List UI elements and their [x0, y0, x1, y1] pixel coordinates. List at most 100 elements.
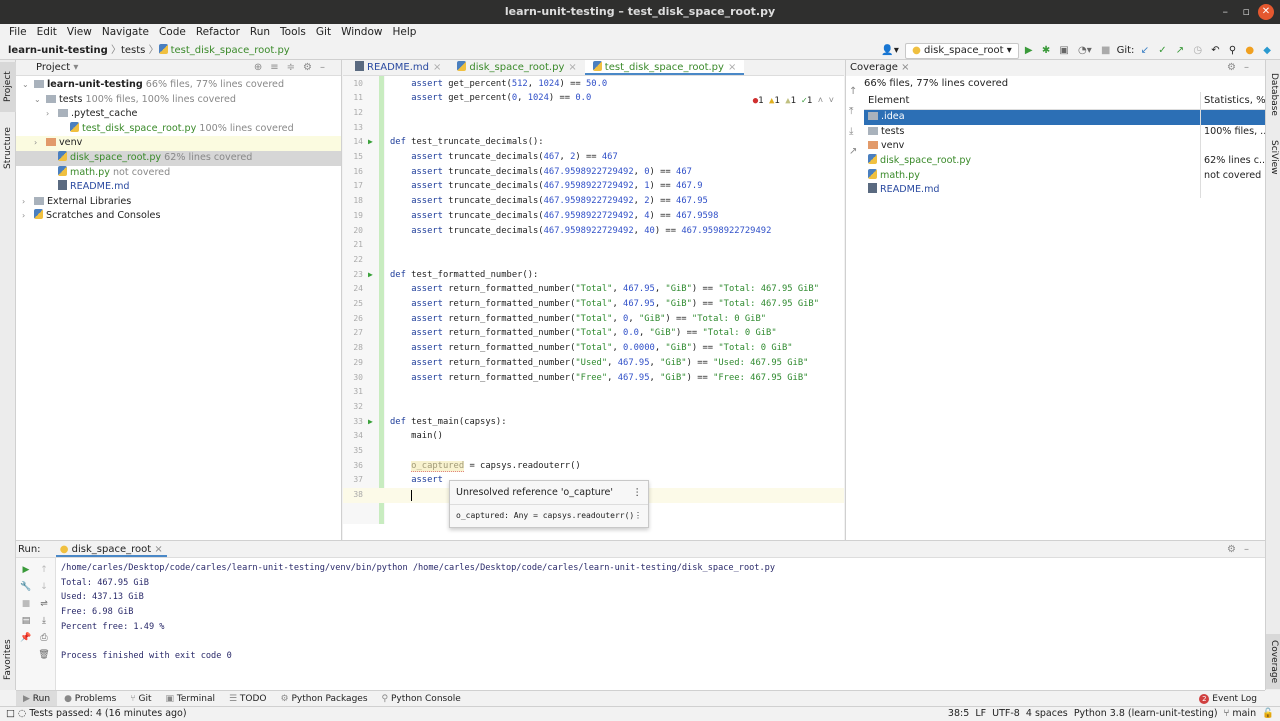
- tree-item[interactable]: › Scratches and Consoles: [16, 209, 341, 224]
- close-tab-icon[interactable]: ×: [568, 62, 576, 73]
- structure-tool-tab[interactable]: Structure: [0, 118, 16, 178]
- collapse-arrow-icon[interactable]: ›: [22, 195, 25, 210]
- up-icon[interactable]: ↑: [38, 562, 50, 579]
- run-tab[interactable]: ● disk_space_root ×: [55, 544, 167, 557]
- coverage-run-icon[interactable]: ▣: [1059, 42, 1068, 59]
- close-tab-icon[interactable]: ×: [433, 62, 441, 73]
- tree-item[interactable]: › .pytest_cache: [16, 107, 341, 122]
- column-element[interactable]: Element: [864, 92, 1201, 109]
- interpreter[interactable]: Python 3.8 (learn-unit-testing): [1074, 708, 1218, 719]
- menu-navigate[interactable]: Navigate: [97, 24, 154, 41]
- project-header-icons[interactable]: ⊕≡≑⚙–: [254, 60, 333, 76]
- indent[interactable]: 4 spaces: [1026, 708, 1068, 719]
- menu-code[interactable]: Code: [154, 24, 191, 41]
- maximize-button[interactable]: ▫: [1243, 0, 1250, 24]
- coverage-row[interactable]: .idea: [864, 110, 1266, 125]
- bottom-tab-run[interactable]: ▶ Run: [16, 691, 58, 707]
- caret-position[interactable]: 38:5: [948, 708, 969, 719]
- bottom-tab-terminal[interactable]: ▣ Terminal: [159, 691, 222, 707]
- menu-window[interactable]: Window: [336, 24, 387, 41]
- run-test-gutter-icon[interactable]: ▶: [368, 268, 373, 283]
- trash-icon[interactable]: 🗑: [38, 647, 50, 664]
- stop-icon[interactable]: ■: [1101, 42, 1110, 59]
- breadcrumb-folder[interactable]: tests: [121, 45, 145, 56]
- tooltip-more-icon[interactable]: ⋮: [633, 481, 643, 505]
- stop-icon[interactable]: ■: [20, 596, 32, 613]
- breadcrumb-project[interactable]: learn-unit-testing: [8, 45, 108, 56]
- favorites-tool-tab[interactable]: Favorites: [0, 632, 16, 687]
- git-branch[interactable]: ⑂ main: [1224, 708, 1256, 719]
- encoding[interactable]: UTF-8: [992, 708, 1020, 719]
- coverage-row[interactable]: venv: [864, 139, 1266, 155]
- tree-item[interactable]: ⌄ learn-unit-testing 66% files, 77% lines…: [16, 78, 341, 93]
- minimize-button[interactable]: –: [1223, 0, 1229, 24]
- run-config-select[interactable]: ● disk_space_root ▾: [905, 43, 1019, 59]
- bottom-tab-problems[interactable]: ● Problems: [57, 691, 123, 707]
- collapse-arrow-icon[interactable]: ›: [22, 209, 25, 224]
- rerun-icon[interactable]: ▶: [20, 562, 32, 579]
- layout-icon[interactable]: ▤: [20, 613, 32, 630]
- tree-item[interactable]: math.py not covered: [16, 165, 341, 181]
- bottom-tab-python-packages[interactable]: ⚙ Python Packages: [274, 691, 375, 707]
- coverage-row[interactable]: disk_space_root.py 62% lines c...: [864, 154, 1266, 169]
- menu-help[interactable]: Help: [387, 24, 421, 41]
- quickdoc-more-icon[interactable]: ⋮: [634, 505, 642, 527]
- coverage-row[interactable]: tests 100% files, ...: [864, 124, 1266, 140]
- print-icon[interactable]: ⎙: [38, 630, 50, 647]
- user-icon[interactable]: 👤▾: [881, 42, 898, 59]
- editor-tab[interactable]: disk_space_root.py ×: [449, 60, 584, 75]
- search-icon[interactable]: ⚲: [1229, 42, 1236, 59]
- coverage-side-tools[interactable]: ↑ ⤒ ⤓ ↗: [849, 82, 861, 162]
- project-tool-tab[interactable]: Project: [0, 62, 16, 112]
- down-icon[interactable]: ↓: [38, 579, 50, 596]
- menu-view[interactable]: View: [62, 24, 97, 41]
- coverage-row[interactable]: README.md: [864, 183, 1266, 199]
- tree-item[interactable]: disk_space_root.py 62% lines covered: [16, 150, 341, 166]
- rollback-icon[interactable]: ↶: [1211, 42, 1219, 59]
- git-commit-icon[interactable]: ✓: [1158, 42, 1166, 59]
- git-push-icon[interactable]: ↗: [1176, 42, 1184, 59]
- menu-refactor[interactable]: Refactor: [191, 24, 245, 41]
- update-icon[interactable]: ●: [1245, 42, 1254, 59]
- coverage-tab[interactable]: Coverage: [850, 62, 898, 73]
- lock-icon[interactable]: 🔓: [1262, 708, 1274, 719]
- console-output[interactable]: /home/carles/Desktop/code/carles/learn-u…: [61, 561, 775, 664]
- menu-tools[interactable]: Tools: [275, 24, 311, 41]
- editor-tab[interactable]: README.md ×: [347, 60, 449, 75]
- code-area[interactable]: ●1 ▲1 ▲1 ✓1 ˄ ˅ 10 assert get_percent(51…: [343, 76, 844, 524]
- history-icon[interactable]: ◷: [1193, 42, 1202, 59]
- close-tab-icon[interactable]: ×: [728, 62, 736, 73]
- run-header-icons[interactable]: ⚙–: [1227, 541, 1257, 558]
- coverage-tool-tab[interactable]: Coverage: [1266, 634, 1280, 689]
- bottom-tab-python-console[interactable]: ⚲ Python Console: [375, 691, 468, 707]
- run-test-gutter-icon[interactable]: ▶: [368, 135, 373, 150]
- expand-arrow-icon[interactable]: ⌄: [34, 93, 41, 108]
- tree-item[interactable]: test_disk_space_root.py 100% lines cover…: [16, 121, 341, 137]
- tree-item[interactable]: › External Libraries: [16, 195, 341, 210]
- menu-file[interactable]: File: [4, 24, 32, 41]
- tree-item[interactable]: ⌄ tests 100% files, 100% lines covered: [16, 93, 341, 108]
- tree-item[interactable]: › venv: [16, 136, 341, 151]
- menu-run[interactable]: Run: [245, 24, 275, 41]
- coverage-header-icons[interactable]: ⚙–: [1227, 60, 1257, 76]
- pin-icon[interactable]: 📌: [20, 630, 32, 647]
- tree-item[interactable]: README.md: [16, 180, 341, 195]
- menu-git[interactable]: Git: [311, 24, 336, 41]
- breadcrumb-file[interactable]: test_disk_space_root.py: [171, 45, 290, 56]
- run-icon[interactable]: ▶: [1025, 42, 1033, 59]
- debug-icon[interactable]: ✱: [1042, 42, 1050, 59]
- database-tool-tab[interactable]: Database: [1266, 64, 1280, 124]
- status-message[interactable]: □ ◌ Tests passed: 4 (16 minutes ago): [6, 707, 187, 721]
- run-test-gutter-icon[interactable]: ▶: [368, 415, 373, 430]
- collapse-arrow-icon[interactable]: ›: [46, 107, 49, 122]
- expand-arrow-icon[interactable]: ⌄: [22, 78, 29, 93]
- collapse-arrow-icon[interactable]: ›: [34, 136, 37, 151]
- project-view-select[interactable]: Project ▾: [36, 62, 78, 73]
- editor-tab[interactable]: test_disk_space_root.py ×: [584, 60, 745, 75]
- bottom-tab-todo[interactable]: ☰ TODO: [222, 691, 274, 707]
- soft-wrap-icon[interactable]: ⇌: [38, 596, 50, 613]
- close-window-button[interactable]: ✕: [1258, 4, 1274, 20]
- jetbrains-icon[interactable]: ◆: [1263, 42, 1271, 59]
- profile-icon[interactable]: ◔▾: [1078, 42, 1092, 59]
- bottom-tab-git[interactable]: ⑂ Git: [123, 691, 158, 707]
